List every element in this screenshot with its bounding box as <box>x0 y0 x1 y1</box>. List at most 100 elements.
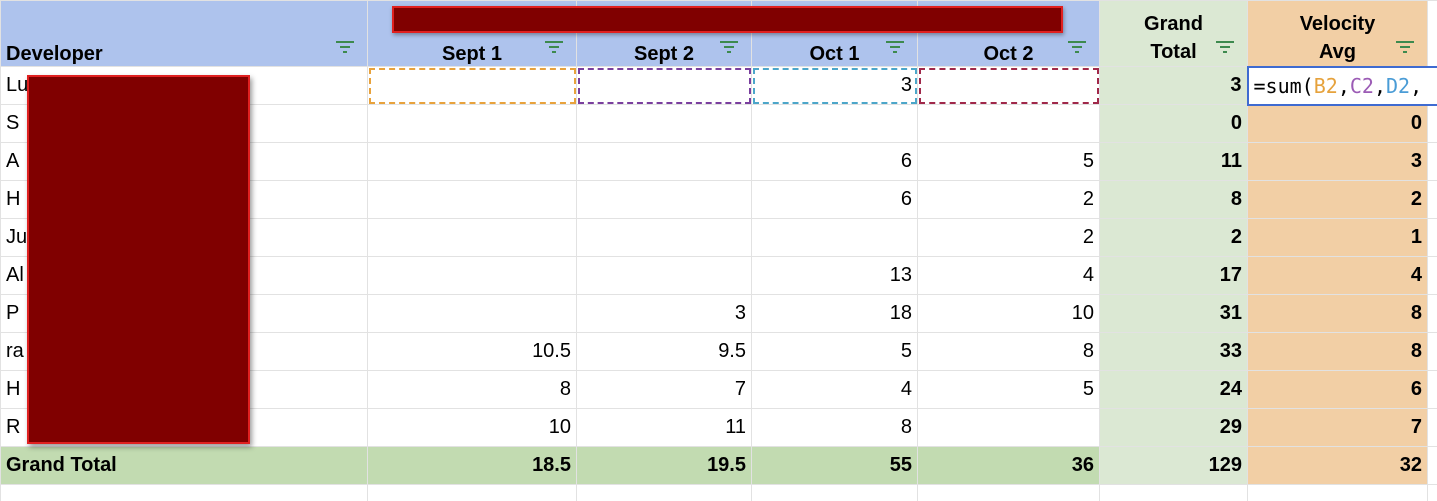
spacer-cell <box>1427 408 1437 447</box>
total-oct2[interactable]: 36 <box>917 446 1100 485</box>
empty-row <box>0 484 1437 501</box>
grand-total-cell[interactable]: 8 <box>1099 180 1248 219</box>
sept2-cell[interactable]: 7 <box>576 370 752 409</box>
velocity-cell[interactable]: 0 <box>1247 104 1428 143</box>
formula-separator: , <box>1410 73 1423 98</box>
spacer-cell <box>1427 142 1437 181</box>
header-velocity-line2: Avg <box>1318 40 1357 63</box>
filter-icon[interactable] <box>885 40 905 54</box>
sept1-cell[interactable]: 10.5 <box>367 332 577 371</box>
sept1-cell[interactable]: 10 <box>367 408 577 447</box>
sept1-cell[interactable] <box>367 66 577 105</box>
sept2-cell[interactable] <box>576 256 752 295</box>
oct1-cell[interactable]: 5 <box>751 332 918 371</box>
oct1-cell[interactable] <box>751 218 918 257</box>
velocity-cell[interactable]: 8 <box>1247 332 1428 371</box>
velocity-cell[interactable]: 4 <box>1247 256 1428 295</box>
empty-cell[interactable] <box>576 484 752 501</box>
total-velocity[interactable]: 32 <box>1247 446 1428 485</box>
formula-ref-d2: D2 <box>1386 73 1411 98</box>
sept2-cell[interactable] <box>576 66 752 105</box>
sept2-cell[interactable]: 9.5 <box>576 332 752 371</box>
oct1-cell[interactable]: 4 <box>751 370 918 409</box>
header-grand-total-line1: Grand <box>1144 13 1203 35</box>
empty-cell[interactable] <box>1247 484 1428 501</box>
oct1-cell[interactable] <box>751 104 918 143</box>
oct1-cell[interactable]: 6 <box>751 180 918 219</box>
formula-separator: , <box>1337 73 1350 98</box>
grand-total-cell[interactable]: 29 <box>1099 408 1248 447</box>
sept2-cell[interactable] <box>576 142 752 181</box>
oct2-cell[interactable]: 2 <box>917 218 1100 257</box>
sept2-cell[interactable] <box>576 180 752 219</box>
filter-icon[interactable] <box>1067 40 1087 54</box>
total-sept2[interactable]: 19.5 <box>576 446 752 485</box>
filter-icon[interactable] <box>719 40 739 54</box>
header-developer[interactable]: Developer <box>0 0 368 67</box>
grand-total-cell[interactable]: 0 <box>1099 104 1248 143</box>
oct1-cell[interactable]: 18 <box>751 294 918 333</box>
spacer-cell <box>1427 218 1437 257</box>
velocity-cell[interactable]: 2 <box>1247 180 1428 219</box>
oct1-cell[interactable]: 8 <box>751 408 918 447</box>
redaction-bar-header <box>392 6 1063 33</box>
grand-total-cell[interactable]: 3 <box>1099 66 1248 105</box>
empty-cell[interactable] <box>0 484 368 501</box>
sept2-cell[interactable] <box>576 218 752 257</box>
empty-cell[interactable] <box>367 484 577 501</box>
sept2-cell[interactable]: 3 <box>576 294 752 333</box>
oct2-cell[interactable] <box>917 66 1100 105</box>
oct2-cell[interactable]: 8 <box>917 332 1100 371</box>
oct2-cell[interactable] <box>917 104 1100 143</box>
formula-editor-cell[interactable]: =sum(B2,C2,D2, <box>1246 65 1437 106</box>
filter-icon[interactable] <box>1215 40 1235 54</box>
sept1-cell[interactable] <box>367 142 577 181</box>
oct2-cell[interactable] <box>917 408 1100 447</box>
grand-total-row: Grand Total 18.5 19.5 55 36 129 32 <box>0 446 1437 485</box>
oct2-cell[interactable]: 5 <box>917 370 1100 409</box>
velocity-cell[interactable]: 7 <box>1247 408 1428 447</box>
oct2-cell[interactable]: 10 <box>917 294 1100 333</box>
header-velocity-avg[interactable]: Velocity Avg <box>1247 0 1428 67</box>
grand-total-cell[interactable]: 31 <box>1099 294 1248 333</box>
header-velocity-line1: Velocity <box>1299 12 1376 35</box>
empty-cell[interactable] <box>751 484 918 501</box>
grand-total-cell[interactable]: 17 <box>1099 256 1248 295</box>
total-grand-total[interactable]: 129 <box>1099 446 1248 485</box>
velocity-cell[interactable]: 6 <box>1247 370 1428 409</box>
filter-icon[interactable] <box>335 40 355 54</box>
sept1-cell[interactable] <box>367 256 577 295</box>
empty-cell <box>1427 484 1437 501</box>
sept1-cell[interactable] <box>367 104 577 143</box>
header-grand-total[interactable]: Grand Total <box>1099 0 1248 67</box>
grand-total-label[interactable]: Grand Total <box>0 446 368 485</box>
empty-cell[interactable] <box>1099 484 1248 501</box>
sept1-cell[interactable] <box>367 218 577 257</box>
sept2-cell[interactable]: 11 <box>576 408 752 447</box>
oct1-cell[interactable]: 6 <box>751 142 918 181</box>
velocity-cell[interactable]: 8 <box>1247 294 1428 333</box>
sept1-cell[interactable] <box>367 180 577 219</box>
spacer-cell <box>1427 294 1437 333</box>
oct2-cell[interactable]: 4 <box>917 256 1100 295</box>
sept1-cell[interactable]: 8 <box>367 370 577 409</box>
oct2-cell[interactable]: 2 <box>917 180 1100 219</box>
filter-icon[interactable] <box>1395 40 1415 54</box>
grand-total-cell[interactable]: 2 <box>1099 218 1248 257</box>
sept1-cell[interactable] <box>367 294 577 333</box>
sept2-cell[interactable] <box>576 104 752 143</box>
total-sept1[interactable]: 18.5 <box>367 446 577 485</box>
total-oct1[interactable]: 55 <box>751 446 918 485</box>
oct1-cell[interactable]: 3 <box>751 66 918 105</box>
filter-icon[interactable] <box>544 40 564 54</box>
formula-ref-b2: B2 <box>1313 73 1338 98</box>
velocity-cell[interactable]: 3 <box>1247 142 1428 181</box>
grand-total-cell[interactable]: 11 <box>1099 142 1248 181</box>
header-grand-total-line2: Total <box>1150 41 1197 63</box>
grand-total-cell[interactable]: 33 <box>1099 332 1248 371</box>
oct1-cell[interactable]: 13 <box>751 256 918 295</box>
velocity-cell[interactable]: 1 <box>1247 218 1428 257</box>
oct2-cell[interactable]: 5 <box>917 142 1100 181</box>
grand-total-cell[interactable]: 24 <box>1099 370 1248 409</box>
empty-cell[interactable] <box>917 484 1100 501</box>
